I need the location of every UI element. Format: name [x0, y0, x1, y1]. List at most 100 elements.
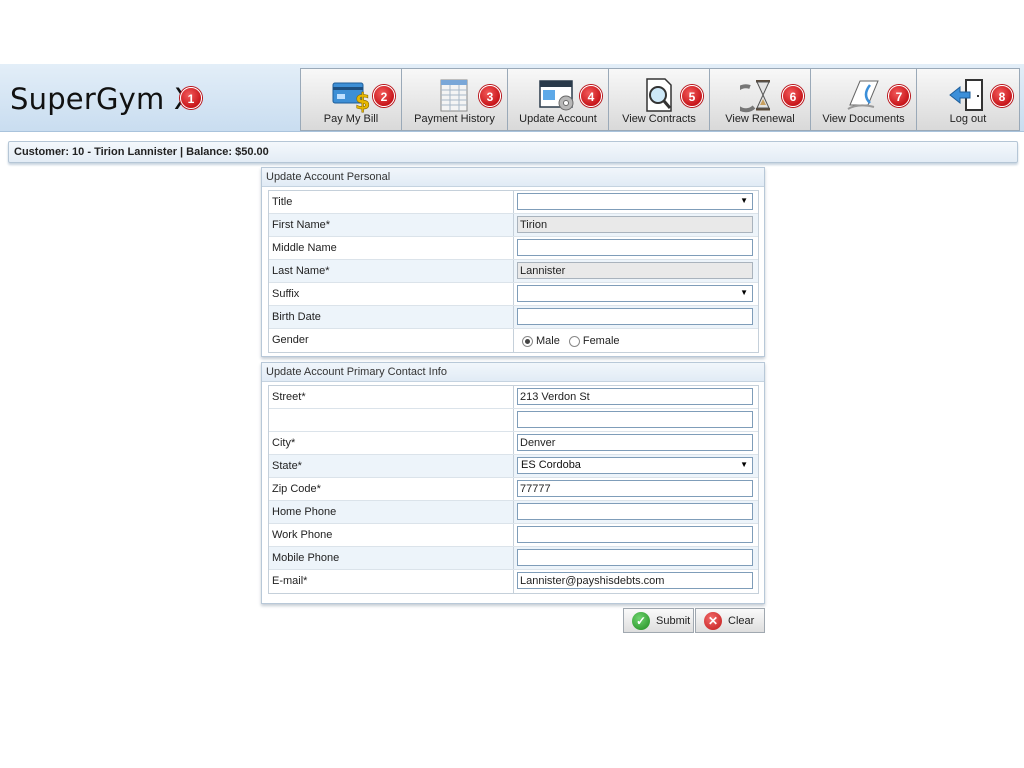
- title-label: Title: [269, 191, 514, 213]
- gender-label: Gender: [269, 329, 514, 352]
- callout-badge: 7: [888, 85, 910, 107]
- title-select[interactable]: ▼: [517, 193, 753, 210]
- view-renewal-label: View Renewal: [725, 113, 795, 125]
- window-gear-icon: [539, 80, 574, 111]
- contact-info-panel: Update Account Primary Contact Info Stre…: [261, 362, 765, 604]
- home-phone-field[interactable]: [517, 503, 753, 520]
- view-renewal-button[interactable]: 6 View Renewal: [709, 68, 810, 131]
- last-name-field: [517, 262, 753, 279]
- state-select[interactable]: ES Cordoba ▼: [517, 457, 753, 474]
- log-out-label: Log out: [949, 113, 987, 125]
- main-toolbar: $ 2 Pay My Bill 3 Payment History 4 Upda…: [300, 68, 1020, 131]
- pay-my-bill-label: Pay My Bill: [323, 113, 379, 125]
- credit-card-dollar-icon: $: [332, 82, 371, 113]
- gender-female-radio[interactable]: [568, 335, 580, 347]
- last-name-label: Last Name*: [269, 260, 514, 282]
- state-select-value: ES Cordoba: [521, 459, 581, 471]
- callout-badge: 8: [991, 85, 1013, 107]
- work-phone-label: Work Phone: [269, 524, 514, 546]
- title-row: Title ▼: [269, 191, 758, 214]
- callout-badge: 3: [479, 85, 501, 107]
- svg-text:$: $: [355, 90, 370, 113]
- callout-badge: 2: [373, 85, 395, 107]
- city-field[interactable]: [517, 434, 753, 451]
- work-phone-field[interactable]: [517, 526, 753, 543]
- street2-row: [269, 409, 758, 432]
- app-header: SuperGym X 1 $ 2 Pay My Bill 3 Payment H…: [0, 64, 1024, 132]
- panel-title: Update Account Personal: [262, 168, 764, 187]
- callout-badge: 5: [681, 85, 703, 107]
- gender-male-radio[interactable]: [522, 335, 533, 347]
- update-account-label: Update Account: [519, 113, 597, 125]
- chevron-down-icon: ▼: [740, 196, 748, 205]
- middle-name-field[interactable]: [517, 239, 753, 256]
- street-label: Street*: [269, 386, 514, 408]
- email-row: E-mail*: [269, 570, 758, 593]
- mobile-phone-label: Mobile Phone: [269, 547, 514, 569]
- customer-info-text: Customer: 10 - Tirion Lannister | Balanc…: [14, 146, 269, 158]
- gender-male-label: Male: [536, 335, 560, 347]
- log-out-button[interactable]: 8 Log out: [916, 68, 1020, 131]
- birth-date-label: Birth Date: [269, 306, 514, 328]
- contact-form: Street* City* State* ES Cordoba ▼ Zip Cod…: [268, 385, 759, 594]
- view-contracts-button[interactable]: 5 View Contracts: [608, 68, 709, 131]
- view-documents-label: View Documents: [822, 113, 905, 125]
- suffix-row: Suffix ▼: [269, 283, 758, 306]
- email-field[interactable]: [517, 572, 753, 589]
- close-icon: ✕: [704, 611, 722, 630]
- birth-date-field[interactable]: [517, 308, 753, 325]
- update-account-button[interactable]: 4 Update Account: [507, 68, 608, 131]
- view-contracts-label: View Contracts: [622, 113, 696, 125]
- payment-history-label: Payment History: [414, 113, 495, 125]
- app-title-text: SuperGym X: [10, 82, 194, 116]
- middle-name-row: Middle Name: [269, 237, 758, 260]
- panel-title: Update Account Primary Contact Info: [262, 363, 764, 382]
- clear-button[interactable]: ✕ Clear: [695, 608, 765, 633]
- birth-date-row: Birth Date: [269, 306, 758, 329]
- email-label: E-mail*: [269, 570, 514, 593]
- state-label: State*: [269, 455, 514, 477]
- callout-badge: 1: [180, 87, 202, 109]
- submit-button[interactable]: ✓ Submit: [623, 608, 694, 633]
- clear-label: Clear: [728, 614, 755, 627]
- home-phone-label: Home Phone: [269, 501, 514, 523]
- app-title: SuperGym X 1: [10, 82, 202, 116]
- middle-name-label: Middle Name: [269, 237, 514, 259]
- first-name-field: [517, 216, 753, 233]
- document-magnifier-icon: [646, 78, 672, 112]
- hourglass-refresh-icon: [740, 80, 770, 113]
- suffix-select[interactable]: ▼: [517, 285, 753, 302]
- door-exit-arrow-icon: [949, 79, 983, 111]
- mobile-phone-field[interactable]: [517, 549, 753, 566]
- street-field[interactable]: [517, 388, 753, 405]
- gender-female-label: Female: [582, 335, 620, 347]
- gender-row: Gender Male Female: [269, 329, 758, 352]
- pay-my-bill-button[interactable]: $ 2 Pay My Bill: [300, 68, 401, 131]
- zip-field[interactable]: [517, 480, 753, 497]
- personal-form: Title ▼ First Name* Middle Name Last Nam…: [268, 190, 759, 353]
- work-phone-row: Work Phone: [269, 524, 758, 547]
- document-curl-icon: [846, 80, 879, 110]
- personal-info-panel: Update Account Personal Title ▼ First Na…: [261, 167, 765, 357]
- suffix-label: Suffix: [269, 283, 514, 305]
- first-name-label: First Name*: [269, 214, 514, 236]
- callout-badge: 6: [782, 85, 804, 107]
- home-phone-row: Home Phone: [269, 501, 758, 524]
- street2-label: [269, 409, 514, 431]
- view-documents-button[interactable]: 7 View Documents: [810, 68, 916, 131]
- street2-field[interactable]: [517, 411, 753, 428]
- city-row: City*: [269, 432, 758, 455]
- street-row: Street*: [269, 386, 758, 409]
- state-row: State* ES Cordoba ▼: [269, 455, 758, 478]
- chevron-down-icon: ▼: [740, 460, 748, 469]
- payment-history-button[interactable]: 3 Payment History: [401, 68, 507, 131]
- zip-label: Zip Code*: [269, 478, 514, 500]
- mobile-phone-row: Mobile Phone: [269, 547, 758, 570]
- last-name-row: Last Name*: [269, 260, 758, 283]
- first-name-row: First Name*: [269, 214, 758, 237]
- city-label: City*: [269, 432, 514, 454]
- submit-label: Submit: [656, 614, 691, 627]
- check-icon: ✓: [632, 611, 650, 630]
- zip-row: Zip Code*: [269, 478, 758, 501]
- chevron-down-icon: ▼: [740, 288, 748, 297]
